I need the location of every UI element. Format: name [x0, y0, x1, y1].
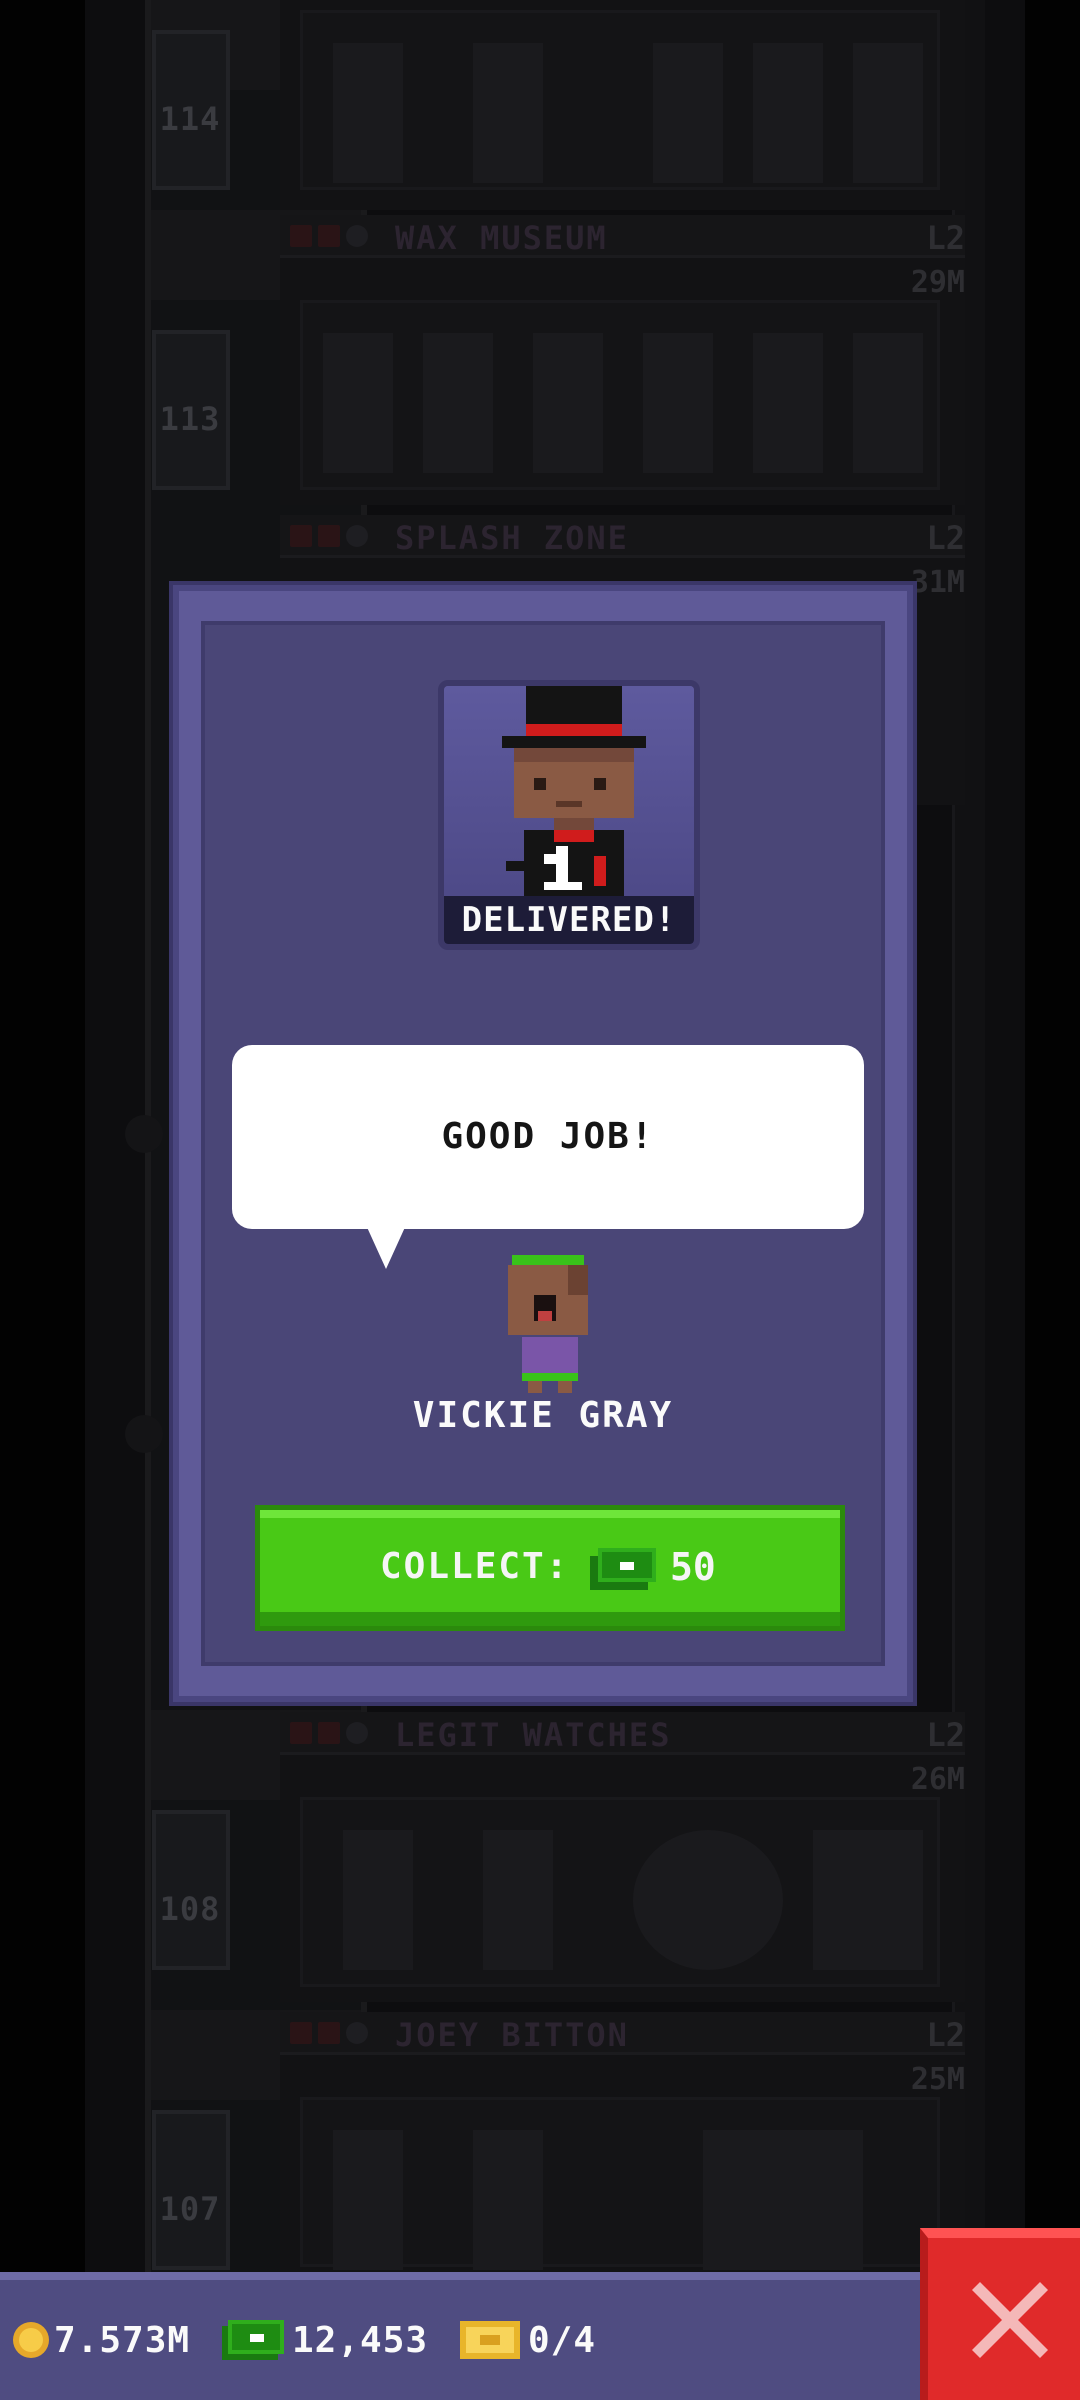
clock-icon [346, 1722, 368, 1744]
close-x-icon [972, 2282, 1048, 2358]
floor-banner: WAX MUSEUM L2 [280, 215, 965, 258]
collect-label: COLLECT: [380, 1546, 570, 1587]
floor-number: 113 [159, 400, 221, 438]
floor-room [300, 1797, 940, 1987]
floor-name: JOEY BITTON [395, 2016, 629, 2054]
clock-icon [346, 225, 368, 247]
coins-stat: 7.573M [12, 2280, 190, 2400]
tower-floor: JOEY BITTON L2 25M [280, 2012, 965, 2302]
bux-value: 12,453 [292, 2319, 429, 2361]
floor-number: 108 [159, 1890, 221, 1928]
floor-level: L2 [926, 219, 965, 257]
floor-room [300, 2097, 940, 2270]
tower-floor: WAX MUSEUM L2 29M [280, 215, 965, 505]
vickie-gray-avatar-icon [508, 1255, 588, 1393]
floor-banner: JOEY BITTON L2 [280, 2012, 965, 2055]
floor-room [300, 300, 940, 490]
tower-floor: LEGIT WATCHES L2 26M [280, 1712, 965, 2002]
gold-coin-icon [13, 2322, 49, 2358]
star-icon [125, 1115, 163, 1153]
tickets-value: 0/4 [528, 2319, 597, 2361]
floor-population: 29M [910, 265, 965, 300]
floor-name: WAX MUSEUM [395, 219, 608, 257]
clock-icon [346, 525, 368, 547]
coins-value: 7.573M [54, 2319, 191, 2361]
resource-bar: 7.573M 12,453 0/4 [0, 2272, 920, 2400]
star-icon [125, 1415, 163, 1453]
floor-room [300, 10, 940, 190]
delivery-dialog: DELIVERED! GOOD JOB! VICKIE GRAY COLLECT… [173, 585, 913, 1702]
delivered-label: DELIVERED! [444, 896, 694, 944]
tower-floor [280, 0, 965, 210]
tickets-stat: 0/4 [460, 2280, 596, 2400]
speech-text: GOOD JOB! [441, 1116, 655, 1157]
speaker-name: VICKIE GRAY [412, 1395, 674, 1436]
tower-bux-icon [222, 2320, 284, 2360]
collect-amount: 50 [670, 1545, 716, 1589]
floor-level: L2 [926, 2016, 965, 2054]
collect-button[interactable]: COLLECT: 50 [255, 1505, 845, 1631]
clock-decoration [633, 1830, 783, 1970]
tower-bux-icon [590, 1548, 656, 1590]
floor-population: 26M [910, 1762, 965, 1797]
bux-stat: 12,453 [222, 2280, 428, 2400]
floor-banner: SPLASH ZONE L2 [280, 515, 965, 558]
dialog-panel: DELIVERED! GOOD JOB! VICKIE GRAY COLLECT… [201, 621, 885, 1666]
speech-bubble: GOOD JOB! [232, 1045, 864, 1229]
floor-number: 107 [159, 2190, 221, 2228]
floor-level: L2 [926, 1716, 965, 1754]
floor-level: L2 [926, 519, 965, 557]
floor-banner: LEGIT WATCHES L2 [280, 1712, 965, 1755]
floor-number: 114 [159, 100, 221, 138]
speech-bubble-tail [366, 1225, 406, 1269]
floor-name: SPLASH ZONE [395, 519, 629, 557]
top-hat-character-icon [502, 686, 646, 896]
floor-population: 31M [910, 565, 965, 600]
close-button[interactable] [920, 2228, 1080, 2400]
delivered-portrait: DELIVERED! [438, 680, 700, 950]
floor-population: 25M [910, 2062, 965, 2097]
clock-icon [346, 2022, 368, 2044]
floor-name: LEGIT WATCHES [395, 1716, 672, 1754]
game-screen: 114 113 108 107 WAX MUSEUM L2 29M SPLASH… [0, 0, 1080, 2400]
golden-ticket-icon [460, 2321, 520, 2359]
